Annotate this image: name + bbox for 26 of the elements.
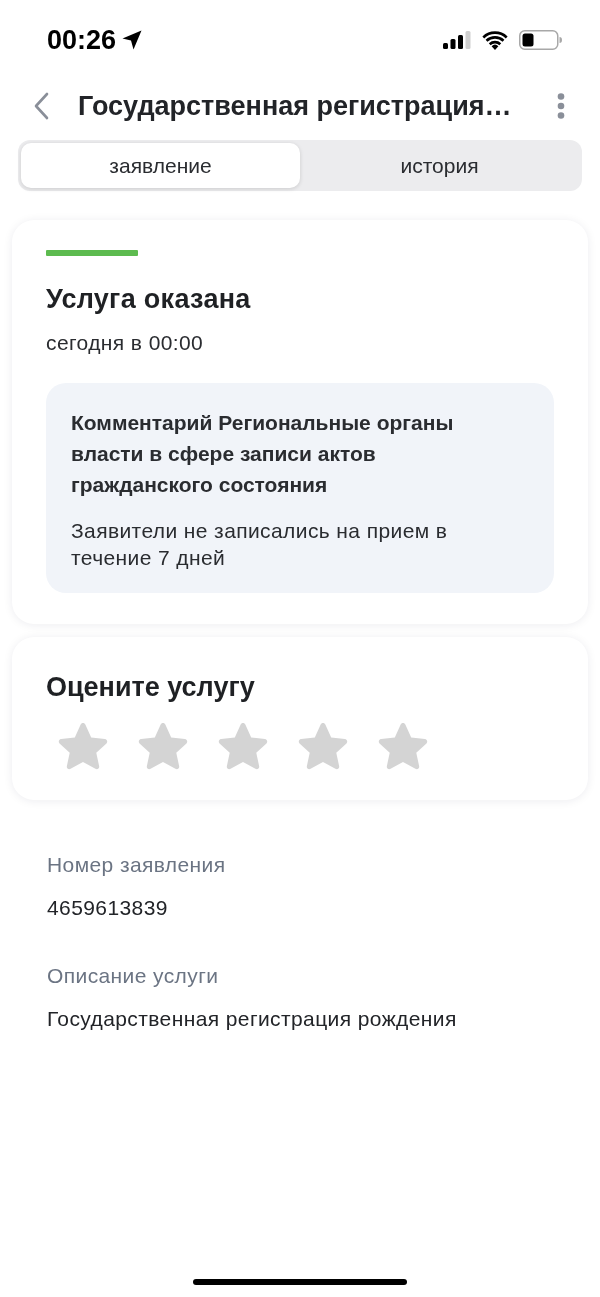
star-icon[interactable] xyxy=(138,723,188,770)
signal-icon xyxy=(443,31,471,49)
tab[interactable]: история xyxy=(300,143,579,188)
page-title: Государственная регистрация… xyxy=(78,90,512,123)
location-arrow-icon xyxy=(122,30,143,50)
star-icon[interactable] xyxy=(58,723,108,770)
star-icon[interactable] xyxy=(298,723,348,770)
tab[interactable]: заявление xyxy=(21,143,300,188)
back-chevron-icon xyxy=(33,92,49,120)
more-menu-button[interactable] xyxy=(556,92,566,120)
star-rating[interactable] xyxy=(58,723,428,770)
star-icon[interactable] xyxy=(218,723,268,770)
status-time: сегодня в 00:00 xyxy=(46,330,205,356)
detail-label: Описание услуги xyxy=(47,963,220,989)
wifi-icon xyxy=(482,30,508,50)
detail-value: Государственная регистрация рождения xyxy=(47,1006,458,1032)
status-time: 00:26 xyxy=(47,24,117,56)
status-title: Услуга оказана xyxy=(46,283,252,316)
comment-text: Заявители не записались на прием в течение 7 дней xyxy=(71,518,449,571)
vertical-dots-icon xyxy=(557,93,565,119)
detail-label: Номер заявления xyxy=(47,852,227,878)
battery-icon xyxy=(519,30,562,50)
star-icon[interactable] xyxy=(378,723,428,770)
comment-title: Комментарий Региональные органы власти в сфере записи актов гражданского состояния xyxy=(71,410,455,498)
detail-value: 4659613839 xyxy=(47,895,169,921)
rating-title: Оцените услугу xyxy=(46,671,256,704)
